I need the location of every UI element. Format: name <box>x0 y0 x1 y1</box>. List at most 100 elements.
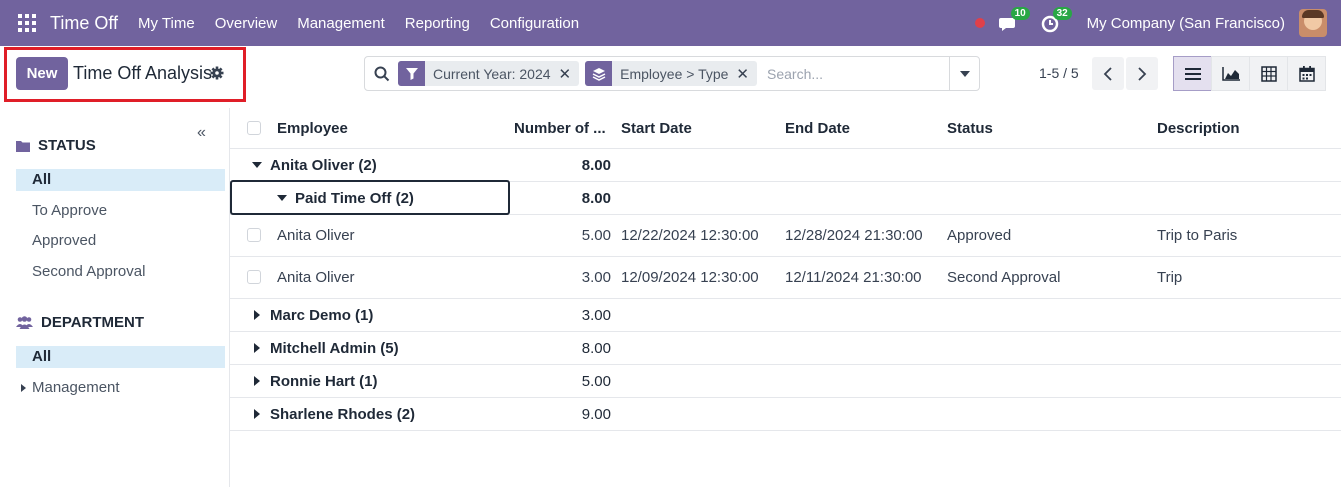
cell-employee: Anita Oliver <box>277 227 355 244</box>
calendar-view-icon <box>1298 65 1315 82</box>
status-section-header: STATUS <box>16 137 96 154</box>
collapse-panel-icon[interactable]: « <box>197 124 206 142</box>
remove-group-by-icon[interactable]: ✕ <box>736 65 757 83</box>
table-header: Employee Number of ... Start Date End Da… <box>230 108 1341 149</box>
column-status[interactable]: Status <box>947 120 993 137</box>
group-row-sharlene-rhodes[interactable]: Sharlene Rhodes (2) 9.00 <box>230 398 1341 431</box>
cell-status: Approved <box>947 227 1012 244</box>
group-label: Ronnie Hart (1) <box>270 373 378 390</box>
column-end-date[interactable]: End Date <box>785 120 850 137</box>
group-total: 9.00 <box>581 406 611 423</box>
column-start-date[interactable]: Start Date <box>621 120 692 137</box>
status-filter-all[interactable]: All <box>16 169 225 191</box>
status-filter-approved[interactable]: Approved <box>16 230 225 252</box>
department-filter-all[interactable]: All <box>16 346 225 368</box>
users-icon <box>16 316 33 329</box>
graph-view-icon <box>1221 66 1240 81</box>
group-by-facet-label: Employee > Type <box>620 65 729 82</box>
column-description[interactable]: Description <box>1157 120 1240 137</box>
calendar-view-button[interactable] <box>1287 56 1326 91</box>
search-options-toggle[interactable] <box>949 57 979 90</box>
gear-icon[interactable] <box>210 66 224 80</box>
cell-start-date: 12/09/2024 12:30:00 <box>621 269 759 286</box>
graph-view-button[interactable] <box>1211 56 1250 91</box>
page-title: Time Off Analysis <box>73 63 213 83</box>
search-icon[interactable] <box>374 66 390 82</box>
pager-next-button[interactable] <box>1126 57 1158 90</box>
group-row-marc-demo[interactable]: Marc Demo (1) 3.00 <box>230 299 1341 332</box>
row-checkbox[interactable] <box>247 228 261 242</box>
view-switcher <box>1173 56 1326 91</box>
pager-previous-button[interactable] <box>1092 57 1124 90</box>
user-avatar[interactable] <box>1299 9 1327 37</box>
group-row-anita-oliver[interactable]: Anita Oliver (2) 8.00 <box>230 149 1341 182</box>
row-checkbox[interactable] <box>247 270 261 284</box>
search-panel: « STATUS All To Approve Approved Second … <box>0 108 230 487</box>
caret-right-icon <box>254 409 260 419</box>
select-all-checkbox[interactable] <box>247 121 261 135</box>
group-total: 8.00 <box>581 340 611 357</box>
app-title[interactable]: Time Off <box>50 13 118 34</box>
department-section-header: DEPARTMENT <box>16 314 144 331</box>
chevron-left-icon <box>1103 66 1112 81</box>
status-filter-second-approval[interactable]: Second Approval <box>16 261 225 283</box>
new-button[interactable]: New <box>16 57 68 90</box>
status-section-title: STATUS <box>38 137 96 154</box>
activities-count-badge: 32 <box>1052 7 1072 20</box>
caret-right-icon <box>254 310 260 320</box>
list-view-button[interactable] <box>1173 56 1212 91</box>
folder-icon <box>16 140 30 152</box>
status-filter-to-approve[interactable]: To Approve <box>16 200 225 222</box>
cell-status: Second Approval <box>947 269 1061 286</box>
group-label: Sharlene Rhodes (2) <box>270 406 416 423</box>
group-label: Mitchell Admin (5) <box>270 340 399 357</box>
group-label: Marc Demo (1) <box>270 307 374 324</box>
pivot-view-icon <box>1260 65 1277 82</box>
apps-grid-icon[interactable] <box>18 14 36 32</box>
record-dot-icon[interactable] <box>974 18 985 28</box>
focused-row-outline <box>230 180 510 215</box>
cell-end-date: 12/11/2024 21:30:00 <box>785 269 922 286</box>
messages-count-badge: 10 <box>1010 7 1030 20</box>
caret-right-icon <box>254 343 260 353</box>
table-row[interactable]: Anita Oliver 5.00 12/22/2024 12:30:00 12… <box>230 215 1341 257</box>
layers-icon <box>585 61 613 86</box>
menu-configuration[interactable]: Configuration <box>490 15 579 32</box>
group-total: 3.00 <box>581 307 611 324</box>
department-section-title: DEPARTMENT <box>41 314 145 331</box>
group-by-facet: Employee > Type ✕ <box>585 61 757 86</box>
group-total: 8.00 <box>581 157 611 174</box>
group-total: 5.00 <box>581 373 611 390</box>
group-label: Anita Oliver (2) <box>270 157 377 174</box>
cell-description: Trip <box>1157 269 1183 286</box>
remove-filter-icon[interactable]: ✕ <box>559 65 580 83</box>
search-input[interactable] <box>767 65 947 82</box>
department-filter-management[interactable]: Management <box>16 377 225 399</box>
pivot-view-button[interactable] <box>1249 56 1288 91</box>
cell-description: Trip to Paris <box>1157 227 1238 244</box>
company-switcher[interactable]: My Company (San Francisco) <box>1087 15 1285 32</box>
activities-button[interactable]: 32 <box>1041 7 1072 35</box>
cell-start-date: 12/22/2024 12:30:00 <box>621 227 759 244</box>
filter-icon <box>398 61 425 86</box>
cell-employee: Anita Oliver <box>277 269 355 286</box>
menu-reporting[interactable]: Reporting <box>405 15 470 32</box>
menu-management[interactable]: Management <box>297 15 385 32</box>
column-number-of-days[interactable]: Number of ... <box>514 120 606 137</box>
pager-value[interactable]: 1-5 / 5 <box>1039 65 1079 81</box>
filter-facet-label: Current Year: 2024 <box>433 65 551 82</box>
cell-days: 5.00 <box>581 227 611 244</box>
search-bar: Current Year: 2024 ✕ Employee > Type ✕ <box>364 56 980 91</box>
filter-facet: Current Year: 2024 ✕ <box>398 61 580 86</box>
caret-right-icon <box>254 376 260 386</box>
column-employee[interactable]: Employee <box>277 120 348 137</box>
table-row[interactable]: Anita Oliver 3.00 12/09/2024 12:30:00 12… <box>230 257 1341 299</box>
menu-my-time[interactable]: My Time <box>138 15 195 32</box>
chevron-right-icon <box>1138 66 1147 81</box>
caret-down-icon <box>959 70 970 77</box>
group-row-mitchell-admin[interactable]: Mitchell Admin (5) 8.00 <box>230 332 1341 365</box>
group-row-ronnie-hart[interactable]: Ronnie Hart (1) 5.00 <box>230 365 1341 398</box>
messages-button[interactable]: 10 <box>998 7 1030 35</box>
menu-overview[interactable]: Overview <box>215 15 278 32</box>
top-navbar: Time Off My Time Overview Management Rep… <box>0 0 1341 46</box>
